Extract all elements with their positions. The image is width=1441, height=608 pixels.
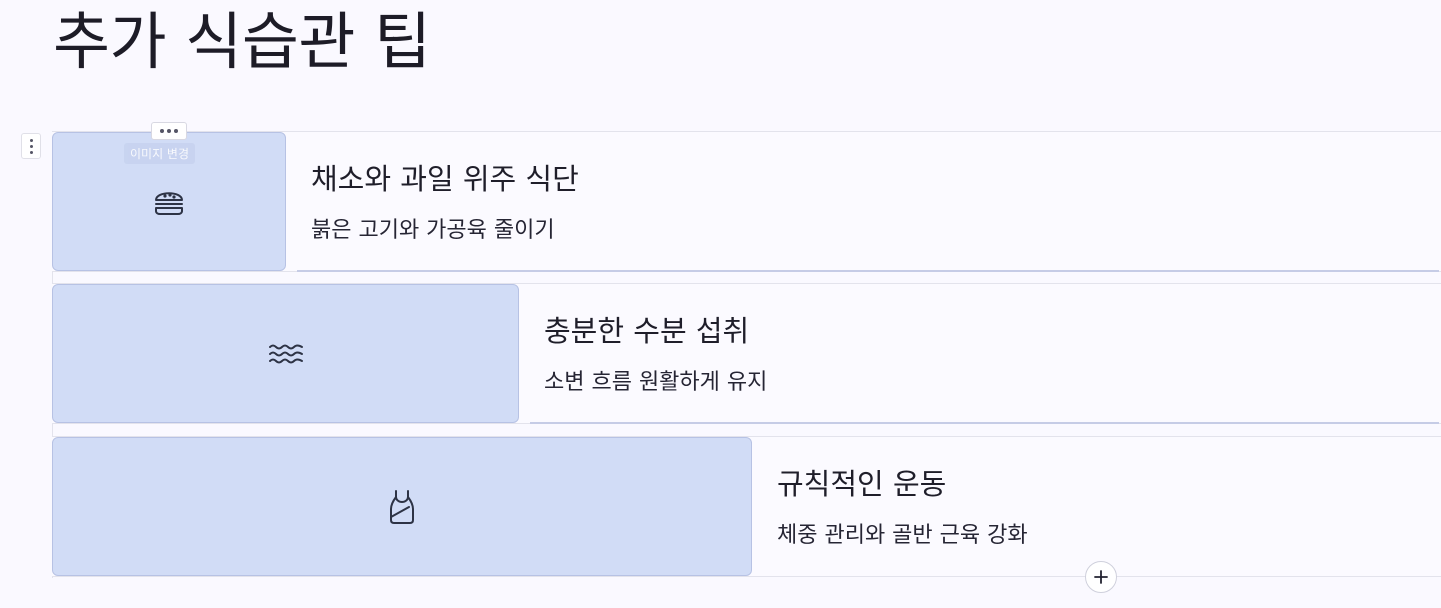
image-placeholder[interactable] — [52, 284, 519, 423]
drag-handle-icon[interactable] — [21, 133, 41, 159]
change-image-badge[interactable]: 이미지 변경 — [124, 143, 196, 164]
item-title[interactable]: 규칙적인 운동 — [777, 461, 946, 503]
list-item: 규칙적인 운동 체중 관리와 골반 근육 강화 — [52, 436, 1441, 577]
item-text: 채소와 과일 위주 식단 붉은 고기와 가공육 줄이기 — [297, 132, 1441, 272]
plus-icon — [1094, 570, 1108, 584]
item-text: 규칙적인 운동 체중 관리와 골반 근육 강화 — [763, 437, 1441, 576]
burger-icon — [152, 185, 186, 219]
tank-top-icon — [385, 487, 419, 527]
item-description[interactable]: 체중 관리와 골반 근육 강화 — [777, 517, 1028, 549]
list-item: 충분한 수분 섭취 소변 흐름 원활하게 유지 — [52, 283, 1441, 424]
image-placeholder[interactable] — [52, 437, 752, 576]
list-item: 채소와 과일 위주 식단 붉은 고기와 가공육 줄이기 — [52, 131, 1441, 272]
page-title[interactable]: 추가 식습관 팁 — [53, 7, 431, 76]
item-text: 충분한 수분 섭취 소변 흐름 원활하게 유지 — [530, 284, 1441, 424]
item-description[interactable]: 소변 흐름 원활하게 유지 — [544, 364, 767, 396]
item-title[interactable]: 충분한 수분 섭취 — [544, 308, 749, 350]
add-item-button[interactable] — [1085, 561, 1117, 593]
water-waves-icon — [267, 339, 305, 369]
more-options-button[interactable] — [151, 122, 187, 140]
item-divider — [530, 422, 1439, 424]
item-divider — [297, 270, 1439, 272]
item-description[interactable]: 붉은 고기와 가공육 줄이기 — [311, 212, 555, 244]
item-title[interactable]: 채소와 과일 위주 식단 — [311, 156, 579, 198]
